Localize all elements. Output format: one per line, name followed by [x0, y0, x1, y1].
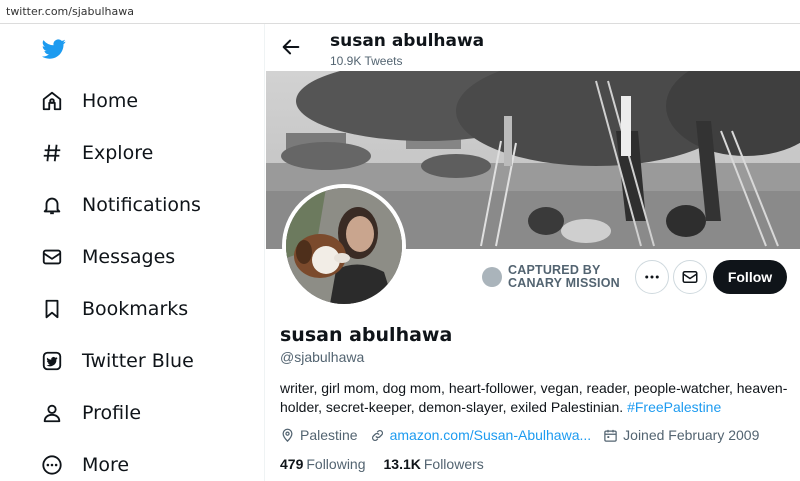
link-icon — [371, 429, 383, 441]
person-icon — [40, 401, 64, 425]
joined-date: Joined February 2009 — [623, 427, 760, 443]
followers-count: 13.1K — [383, 456, 421, 472]
sidebar-item-label: Bookmarks — [82, 298, 189, 320]
sidebar-item-profile[interactable]: Profile — [40, 393, 141, 433]
url-text: twitter.com/sjabulhawa — [6, 5, 134, 18]
captured-badge: CAPTURED BY CANARY MISSION — [482, 264, 620, 290]
sidebar-item-label: Twitter Blue — [82, 350, 194, 372]
following-count: 479 — [280, 456, 304, 472]
canary-logo-icon — [482, 267, 502, 287]
calendar-icon — [604, 429, 617, 442]
sidebar-item-home[interactable]: Home — [40, 81, 138, 121]
tweet-count: 10.9K Tweets — [330, 54, 403, 68]
twitter-bird-icon[interactable] — [40, 37, 68, 61]
envelope-icon — [40, 245, 64, 269]
ellipsis-icon — [645, 275, 659, 279]
header-name: susan abulhawa — [330, 31, 485, 51]
sidebar-item-label: Profile — [82, 402, 142, 424]
hashtag-icon — [40, 141, 64, 165]
sidebar-item-label: Messages — [82, 246, 176, 268]
following-label: Following — [306, 456, 366, 472]
profile-avatar[interactable] — [282, 184, 406, 308]
followers-label: Followers — [423, 456, 484, 472]
sidebar-item-label: Explore — [82, 142, 154, 164]
back-arrow-icon[interactable] — [280, 36, 302, 58]
sidebar-item-explore[interactable]: Explore — [40, 133, 153, 173]
address-bar[interactable]: twitter.com/sjabulhawa — [0, 0, 800, 24]
location-pin-icon — [282, 428, 293, 442]
hashtag-link[interactable]: #FreePalestine — [627, 399, 721, 415]
website-link[interactable]: amazon.com/Susan-Abulhawa... — [390, 427, 592, 443]
captured-line2: CANARY MISSION — [508, 276, 620, 290]
bookmark-icon — [40, 297, 64, 321]
following-link[interactable]: 479 Following — [280, 456, 366, 472]
followers-link[interactable]: 13.1K Followers — [384, 456, 484, 472]
bell-icon — [40, 193, 64, 217]
profile-column: susan abulhawa 10.9K Tweets CAPTURED BY … — [266, 24, 800, 481]
sidebar-item-label: Notifications — [82, 194, 201, 216]
sidebar-item-bookmarks[interactable]: Bookmarks — [40, 289, 188, 329]
profile-name: susan abulhawa — [280, 324, 453, 346]
home-icon — [40, 89, 64, 113]
twitter-blue-icon — [40, 349, 64, 373]
sidebar-item-messages[interactable]: Messages — [40, 237, 175, 277]
location-text: Palestine — [300, 427, 358, 443]
sidebar: Home Explore Notifications Messages Book… — [0, 24, 265, 481]
more-circle-icon — [40, 453, 64, 477]
follow-button[interactable]: Follow — [713, 260, 787, 294]
sidebar-item-label: Home — [82, 90, 139, 112]
follow-stats: 479 Following 13.1K Followers — [280, 456, 502, 472]
profile-bio: writer, girl mom, dog mom, heart-followe… — [280, 379, 790, 417]
more-options-button[interactable] — [635, 260, 669, 294]
sidebar-item-more[interactable]: More — [40, 445, 129, 481]
profile-handle: @sjabulhawa — [280, 349, 365, 365]
sidebar-item-notifications[interactable]: Notifications — [40, 185, 201, 225]
profile-meta: Palestine amazon.com/Susan-Abulhawa... J… — [280, 427, 771, 443]
message-button[interactable] — [673, 260, 707, 294]
envelope-icon — [682, 271, 698, 283]
sidebar-item-label: More — [82, 454, 130, 476]
sidebar-item-twitter-blue[interactable]: Twitter Blue — [40, 341, 194, 381]
